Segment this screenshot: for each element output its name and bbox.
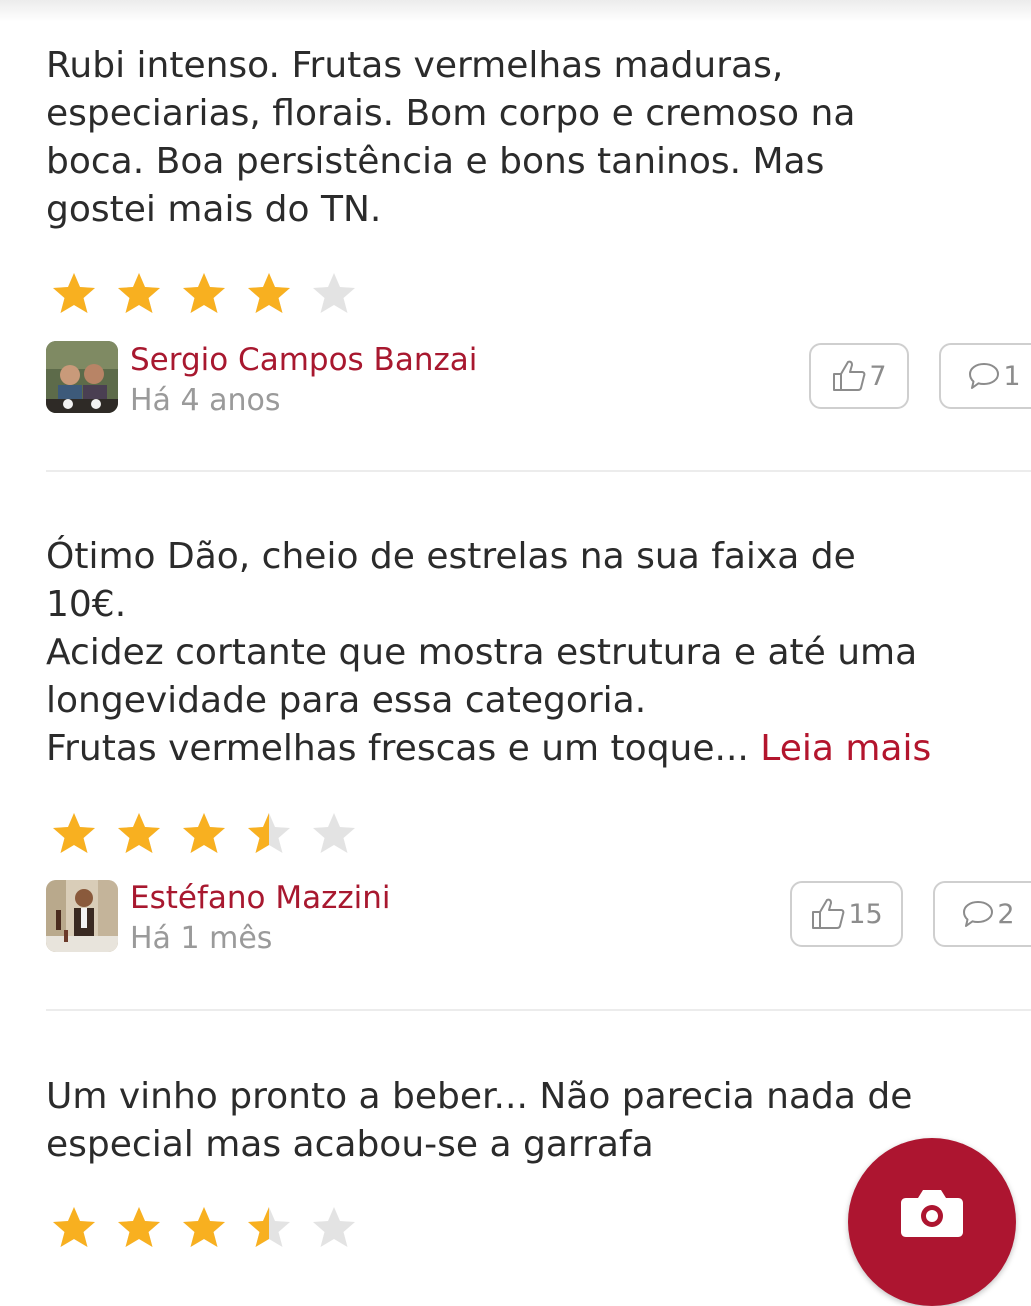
star-rating	[50, 810, 375, 858]
review-text: Rubi intenso. Frutas vermelhas maduras, …	[46, 45, 856, 230]
comment-count: 1	[1003, 360, 1021, 392]
star-icon	[115, 270, 163, 318]
star-icon	[180, 810, 228, 858]
camera-fab-button[interactable]	[848, 1138, 1016, 1306]
like-count: 15	[848, 898, 883, 930]
star-icon	[245, 1204, 293, 1252]
review-time: Há 1 mês	[130, 921, 273, 956]
comment-bubble-icon	[961, 899, 997, 929]
star-icon	[310, 810, 358, 858]
star-rating	[50, 270, 375, 318]
divider	[46, 1009, 1031, 1011]
star-icon	[50, 1204, 98, 1252]
star-icon	[180, 1204, 228, 1252]
star-icon	[310, 1204, 358, 1252]
author-name[interactable]: Estéfano Mazzini	[130, 879, 391, 917]
star-icon	[115, 1204, 163, 1252]
star-icon	[310, 270, 358, 318]
star-icon	[50, 810, 98, 858]
like-button[interactable]: 7	[809, 343, 909, 409]
star-icon	[115, 810, 163, 858]
thumbs-up-icon	[810, 897, 848, 931]
comment-bubble-icon	[967, 361, 1003, 391]
thumbs-up-icon	[831, 359, 869, 393]
review-time: Há 4 anos	[130, 383, 281, 418]
like-count: 7	[869, 360, 887, 392]
star-icon	[180, 270, 228, 318]
avatar[interactable]	[46, 880, 118, 952]
star-rating	[50, 1204, 375, 1252]
comment-button[interactable]: 1	[939, 343, 1031, 409]
review-text: Ótimo Dão, cheio de estrelas na sua faix…	[46, 533, 1031, 773]
top-scroll-shadow	[0, 0, 1031, 22]
star-icon	[245, 810, 293, 858]
comment-button[interactable]: 2	[933, 881, 1031, 947]
divider	[46, 470, 1031, 472]
star-icon	[245, 270, 293, 318]
star-icon	[50, 270, 98, 318]
read-more-link[interactable]: Leia mais	[749, 728, 931, 769]
comment-count: 2	[997, 898, 1015, 930]
author-name[interactable]: Sergio Campos Banzai	[130, 341, 477, 379]
avatar[interactable]	[46, 341, 118, 413]
like-button[interactable]: 15	[790, 881, 903, 947]
